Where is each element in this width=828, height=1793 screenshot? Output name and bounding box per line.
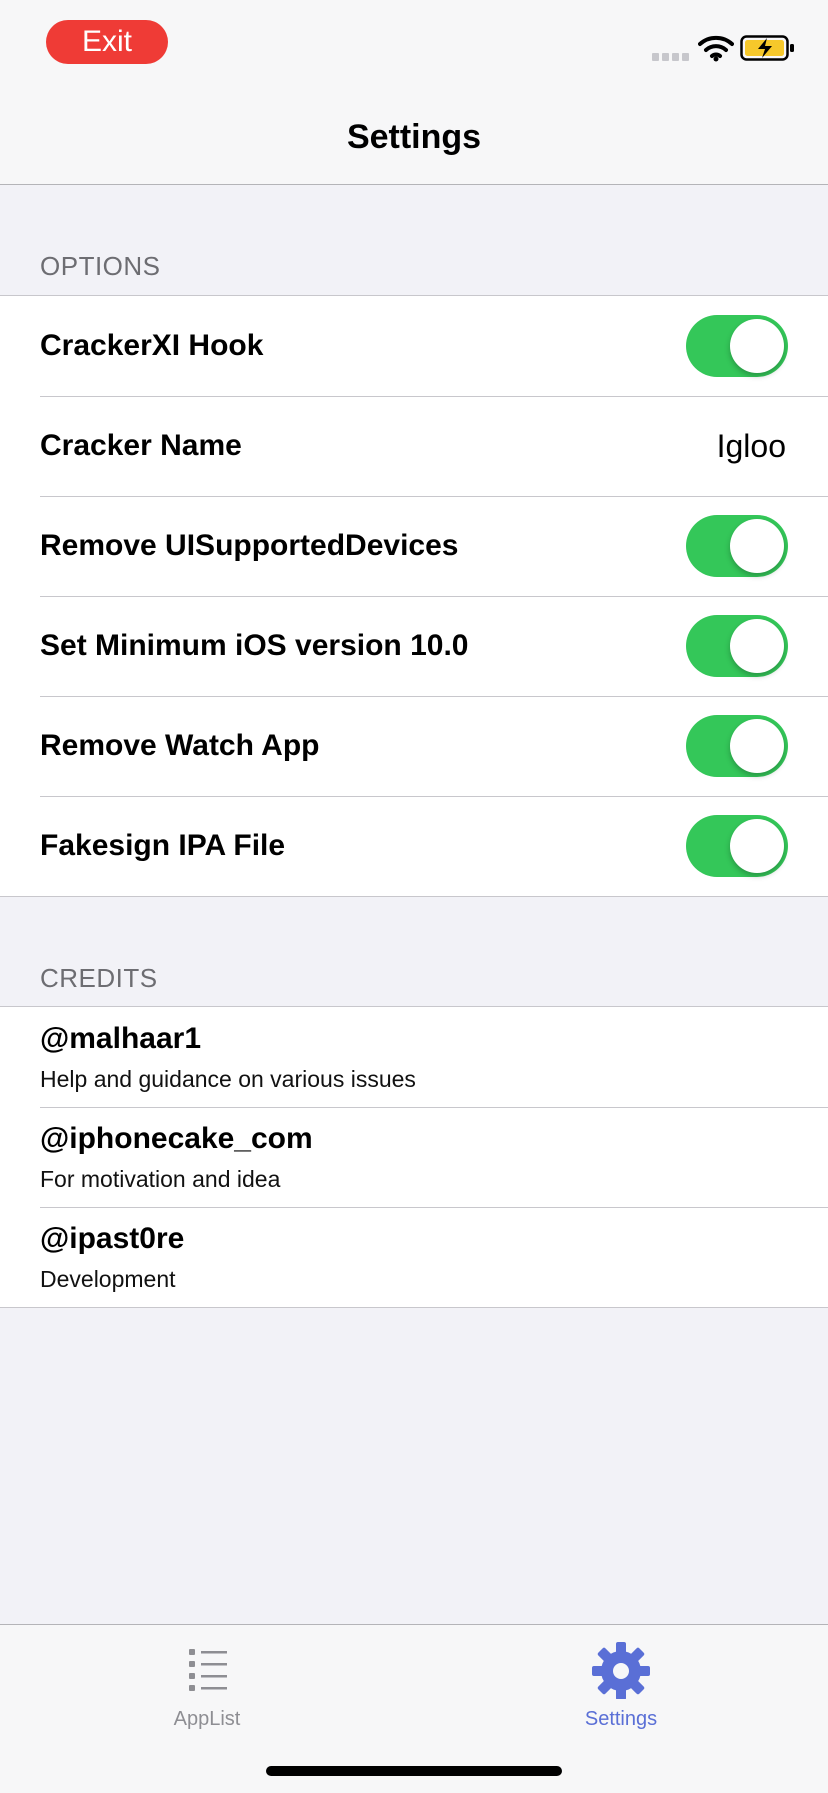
option-row-crackerxi-hook: CrackerXI Hook bbox=[0, 296, 828, 396]
credit-handle: @ipast0re bbox=[40, 1222, 185, 1255]
options-group: CrackerXI Hook Cracker Name Igloo Remove… bbox=[0, 295, 828, 897]
toggle-knob bbox=[730, 619, 784, 673]
tab-label: AppList bbox=[173, 1708, 241, 1730]
option-row-remove-watch-app: Remove Watch App bbox=[0, 696, 828, 796]
option-label: Remove UISupportedDevices bbox=[40, 529, 459, 562]
remove-watch-app-toggle[interactable] bbox=[686, 715, 788, 777]
option-label: Remove Watch App bbox=[40, 729, 320, 762]
set-minimum-ios-toggle[interactable] bbox=[686, 615, 788, 677]
credits-group: @malhaar1 Help and guidance on various i… bbox=[0, 1006, 828, 1308]
battery-charging-icon bbox=[740, 35, 794, 61]
wifi-icon bbox=[698, 35, 734, 62]
tab-applist[interactable]: AppList bbox=[0, 1625, 414, 1735]
toggle-knob bbox=[730, 319, 784, 373]
credit-description: Help and guidance on various issues bbox=[40, 1066, 416, 1092]
toggle-knob bbox=[730, 519, 784, 573]
credit-item[interactable]: @ipast0re Development bbox=[0, 1207, 828, 1307]
exit-button[interactable]: Exit bbox=[46, 20, 168, 64]
option-row-set-minimum-ios: Set Minimum iOS version 10.0 bbox=[0, 596, 828, 696]
option-label: Cracker Name bbox=[40, 429, 242, 462]
option-label: Fakesign IPA File bbox=[40, 829, 286, 862]
credit-description: For motivation and idea bbox=[40, 1166, 281, 1192]
gear-icon bbox=[592, 1642, 650, 1699]
status-bar: Exit bbox=[0, 0, 828, 92]
option-label: CrackerXI Hook bbox=[40, 329, 264, 362]
credit-item[interactable]: @malhaar1 Help and guidance on various i… bbox=[0, 1007, 828, 1107]
option-label: Set Minimum iOS version 10.0 bbox=[40, 629, 469, 662]
section-header-credits: CREDITS bbox=[40, 963, 158, 993]
toggle-knob bbox=[730, 719, 784, 773]
navigation-bar: Settings bbox=[0, 92, 828, 185]
option-row-remove-uisupporteddevices: Remove UISupportedDevices bbox=[0, 496, 828, 596]
tab-label: Settings bbox=[584, 1708, 658, 1730]
section-header-options: OPTIONS bbox=[40, 251, 161, 281]
crackerxi-hook-toggle[interactable] bbox=[686, 315, 788, 377]
fakesign-ipa-toggle[interactable] bbox=[686, 815, 788, 877]
credit-item[interactable]: @iphonecake_com For motivation and idea bbox=[0, 1107, 828, 1207]
credit-handle: @iphonecake_com bbox=[40, 1122, 313, 1155]
cracker-name-value: Igloo bbox=[716, 428, 786, 464]
option-row-fakesign-ipa: Fakesign IPA File bbox=[0, 796, 828, 896]
credit-description: Development bbox=[40, 1266, 176, 1292]
home-indicator bbox=[266, 1766, 562, 1776]
option-row-cracker-name[interactable]: Cracker Name Igloo bbox=[0, 396, 828, 496]
tab-settings[interactable]: Settings bbox=[414, 1625, 828, 1735]
page-title: Settings bbox=[346, 118, 482, 156]
remove-uisupporteddevices-toggle[interactable] bbox=[686, 515, 788, 577]
toggle-knob bbox=[730, 819, 784, 873]
cellular-signal-icon bbox=[652, 53, 689, 61]
list-icon bbox=[189, 1649, 227, 1691]
credit-handle: @malhaar1 bbox=[40, 1022, 202, 1055]
